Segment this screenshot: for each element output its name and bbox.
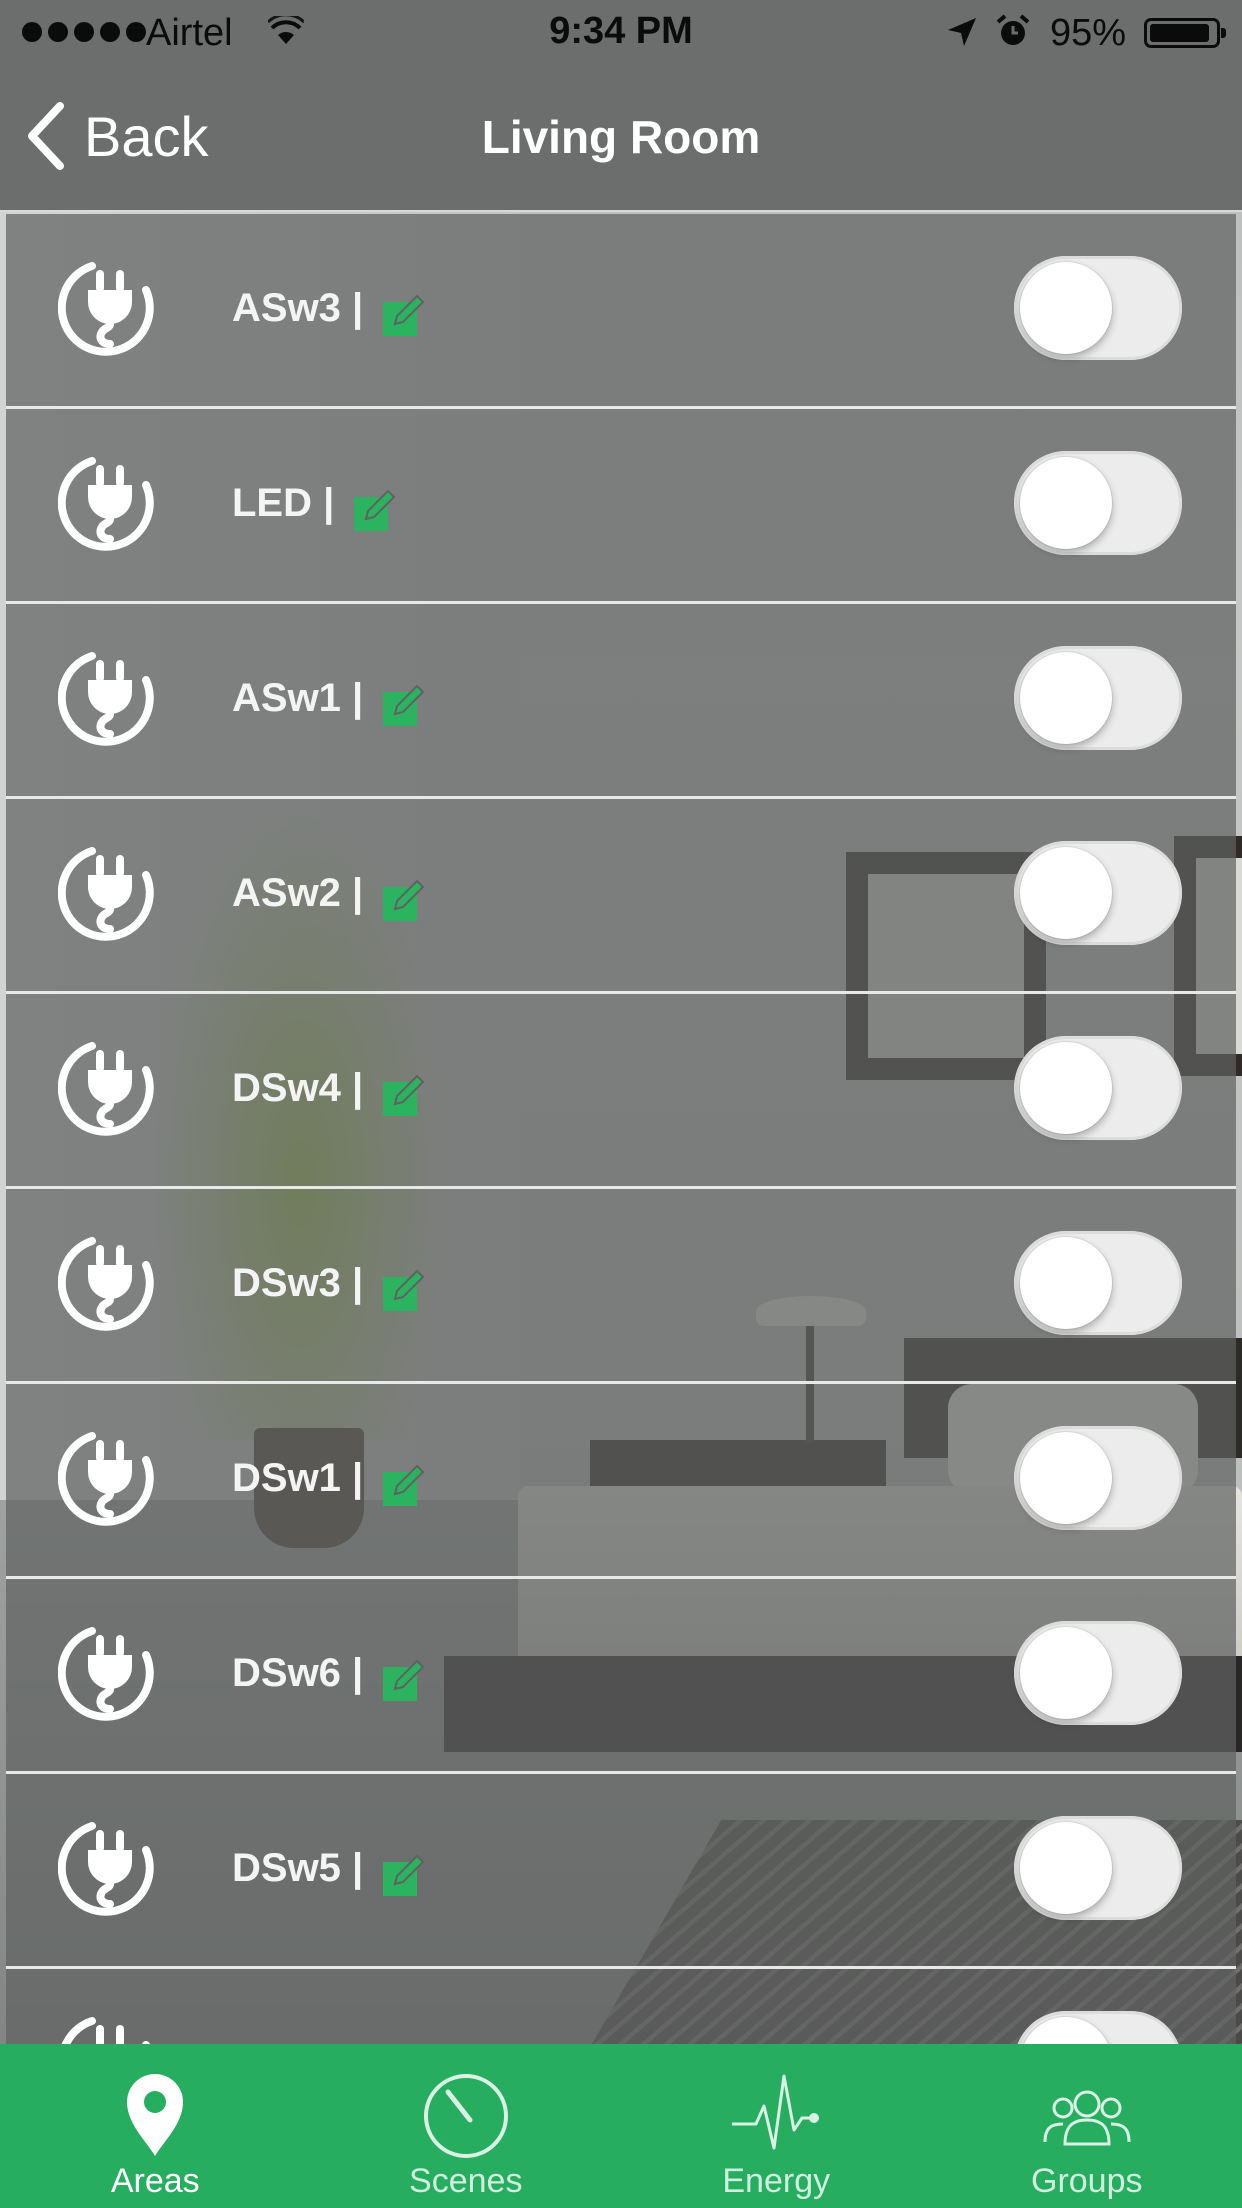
device-row: LED | <box>6 409 1236 604</box>
device-row: DSw1 | <box>6 1384 1236 1579</box>
users-icon <box>1043 2090 1131 2146</box>
device-name: ASw3 | <box>232 285 364 330</box>
device-toggle[interactable] <box>1014 841 1182 945</box>
device-row: DSw4 | <box>6 994 1236 1189</box>
toggle-knob <box>1020 2017 1112 2044</box>
device-toggle[interactable] <box>1014 646 1182 750</box>
device-list[interactable]: ASw3 | LED | ASw1 | ASw2 | DSw4 | DSw3 |… <box>6 214 1236 2044</box>
device-toggle[interactable] <box>1014 1231 1182 1335</box>
device-row: DSw3 | <box>6 1189 1236 1384</box>
plug-icon <box>58 847 154 941</box>
tab-scenes[interactable]: Scenes <box>311 2044 622 2208</box>
device-row: ASw3 | <box>6 214 1236 409</box>
device-toggle[interactable] <box>1014 1621 1182 1725</box>
device-row: DSw6 | <box>6 1579 1236 1774</box>
toggle-knob <box>1020 1627 1112 1719</box>
device-name: DSw3 | <box>232 1260 364 1305</box>
device-name: DSw1 | <box>232 1455 364 1500</box>
toggle-knob <box>1020 1237 1112 1329</box>
device-toggle[interactable] <box>1014 1816 1182 1920</box>
tab-areas[interactable]: Areas <box>0 2044 311 2208</box>
device-toggle[interactable] <box>1014 1036 1182 1140</box>
location-pin-icon <box>127 2074 184 2156</box>
device-name: DSw6 | <box>232 1650 364 1695</box>
toggle-knob <box>1020 1042 1112 1134</box>
plug-icon <box>58 652 154 746</box>
edit-icon[interactable] <box>383 1074 425 1116</box>
plug-icon <box>58 1627 154 1721</box>
tab-label: Areas <box>110 2162 200 2200</box>
toggle-knob <box>1020 652 1112 744</box>
tab-energy[interactable]: Energy <box>621 2044 932 2208</box>
toggle-knob <box>1020 1432 1112 1524</box>
navigation-bar: Back Living Room <box>0 66 1242 212</box>
tab-label: Groups <box>1031 2162 1143 2200</box>
device-toggle[interactable] <box>1014 2011 1182 2044</box>
battery-percentage: 95% <box>1050 12 1127 54</box>
toggle-knob <box>1020 847 1112 939</box>
alarm-clock-icon <box>996 14 1030 45</box>
device-toggle[interactable] <box>1014 256 1182 360</box>
tab-label: Scenes <box>409 2162 523 2200</box>
plug-icon <box>58 457 154 551</box>
plug-icon <box>58 1432 154 1526</box>
device-toggle[interactable] <box>1014 451 1182 555</box>
toggle-knob <box>1020 262 1112 354</box>
edit-icon[interactable] <box>383 1854 425 1896</box>
tab-bar: Areas Scenes Energy Groups <box>0 2044 1242 2208</box>
plug-icon <box>58 1042 154 1136</box>
plug-icon <box>58 1822 154 1916</box>
device-name: DSw5 | <box>232 1845 364 1890</box>
tab-label: Energy <box>722 2162 831 2200</box>
toggle-knob <box>1020 457 1112 549</box>
device-row: DSw5 | <box>6 1774 1236 1969</box>
device-name: DSw4 | <box>232 1065 364 1110</box>
edit-icon[interactable] <box>354 489 396 531</box>
pulse-icon <box>732 2074 820 2150</box>
status-bar: Airtel 9:34 PM 95% <box>0 0 1242 66</box>
edit-icon[interactable] <box>383 1659 425 1701</box>
edit-icon[interactable] <box>383 1464 425 1506</box>
device-toggle[interactable] <box>1014 1426 1182 1530</box>
toggle-knob <box>1020 1822 1112 1914</box>
page-title: Living Room <box>481 111 761 163</box>
plug-icon <box>61 2017 150 2044</box>
timer-dial-icon <box>423 2074 508 2158</box>
tab-groups[interactable]: Groups <box>932 2044 1242 2208</box>
device-row: ASw2 | <box>6 799 1236 994</box>
device-row: DSw7 | <box>6 1969 1236 2044</box>
device-row: ASw1 | <box>6 604 1236 799</box>
plug-icon <box>58 1237 154 1331</box>
battery-icon <box>1144 18 1226 48</box>
location-arrow-icon <box>948 18 976 46</box>
edit-icon[interactable] <box>383 879 425 921</box>
device-name: LED | <box>232 480 335 525</box>
edit-icon[interactable] <box>383 294 425 336</box>
device-name: ASw1 | <box>232 675 364 720</box>
edit-icon[interactable] <box>383 684 425 726</box>
device-name: ASw2 | <box>232 870 364 915</box>
edit-icon[interactable] <box>383 1269 425 1311</box>
plug-icon <box>58 262 154 356</box>
